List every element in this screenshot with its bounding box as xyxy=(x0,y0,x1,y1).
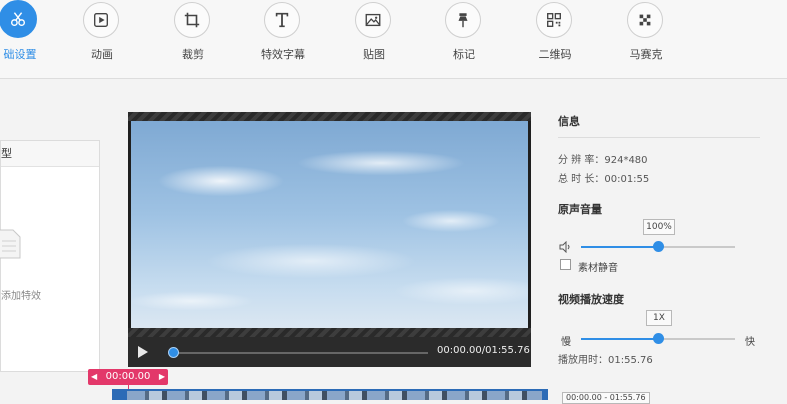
crop-icon xyxy=(174,2,210,38)
volume-value-tooltip: 100% xyxy=(643,219,675,235)
tool-label: 标记 xyxy=(453,48,475,61)
resolution-value: 924*480 xyxy=(604,155,648,166)
mute-checkbox[interactable] xyxy=(560,259,571,270)
speaker-icon[interactable] xyxy=(559,241,571,253)
tool-animation[interactable]: 动画 xyxy=(62,0,142,78)
tool-label: 础设置 xyxy=(3,48,37,61)
player-timecode: 00:00.00/01:55.76 xyxy=(437,345,530,356)
effects-panel-header: 型 xyxy=(1,141,99,167)
pin-icon xyxy=(445,2,481,38)
letterbox-bottom xyxy=(128,328,531,337)
tool-label: 贴图 xyxy=(363,48,385,61)
settings-panel: 信息 分 辨 率：924*480 总 时 长：00:01:55 原声音量 100… xyxy=(558,0,787,400)
clip-thumbnails xyxy=(127,391,542,400)
volume-title: 原声音量 xyxy=(558,203,602,216)
tool-label: 动画 xyxy=(91,48,113,61)
playhead-time: 00:00.00 xyxy=(105,371,151,382)
playhead-time-tag[interactable]: ◀ 00:00.00 ▶ xyxy=(88,369,168,385)
document-icon xyxy=(0,229,21,259)
tool-label: 裁剪 xyxy=(182,48,204,61)
divider xyxy=(558,137,760,138)
effects-panel: 型 添加特效 xyxy=(0,140,100,372)
duration-row: 总 时 长：00:01:55 xyxy=(558,170,649,185)
playhead-right-arrow-icon: ▶ xyxy=(158,372,165,381)
effects-hint[interactable]: 添加特效 xyxy=(1,287,41,302)
scissors-icon xyxy=(0,0,37,38)
timeline-clip[interactable] xyxy=(112,389,548,400)
mute-label: 素材静音 xyxy=(578,263,618,274)
resolution-label: 分 辨 率： xyxy=(558,155,605,166)
text-t-icon xyxy=(264,2,300,38)
tool-effect-subtitle[interactable]: 特效字幕 xyxy=(243,0,323,78)
duration-value: 00:01:55 xyxy=(604,174,650,185)
letterbox-top xyxy=(128,112,531,121)
info-title: 信息 xyxy=(558,115,580,128)
tool-label: 特效字幕 xyxy=(261,48,305,61)
clip-range-label: 00:00.00 - 01:55.76 xyxy=(562,392,650,404)
speed-value-tooltip: 1X xyxy=(646,310,672,326)
image-icon xyxy=(355,2,391,38)
speed-title: 视频播放速度 xyxy=(558,293,624,306)
resolution-row: 分 辨 率：924*480 xyxy=(558,151,648,166)
duration-label: 总 时 长： xyxy=(558,174,605,185)
volume-slider-handle[interactable] xyxy=(652,241,664,252)
video-frame[interactable] xyxy=(131,121,528,328)
player-controls: 00:00.00/01:55.76 xyxy=(128,337,531,367)
tool-sticker[interactable]: 贴图 xyxy=(334,0,414,78)
play-time-row: 播放用时：01:55.76 xyxy=(558,351,653,366)
play-icon[interactable] xyxy=(138,346,148,358)
speed-slow-label: 慢 xyxy=(561,337,571,348)
play-time-label: 播放用时： xyxy=(558,355,608,366)
playhead-left-arrow-icon: ◀ xyxy=(91,372,98,381)
seek-bar[interactable] xyxy=(172,352,428,354)
volume-slider-fill xyxy=(581,246,658,248)
video-preview: 00:00.00/01:55.76 xyxy=(128,112,531,367)
speed-fast-label: 快 xyxy=(745,337,755,348)
tool-crop[interactable]: 裁剪 xyxy=(153,0,233,78)
speed-slider-handle[interactable] xyxy=(652,333,664,344)
tool-mark[interactable]: 标记 xyxy=(424,0,504,78)
play-square-icon xyxy=(83,2,119,38)
speed-slider-fill xyxy=(581,338,658,340)
play-time-value: 01:55.76 xyxy=(608,355,653,366)
seek-handle[interactable] xyxy=(168,347,179,358)
